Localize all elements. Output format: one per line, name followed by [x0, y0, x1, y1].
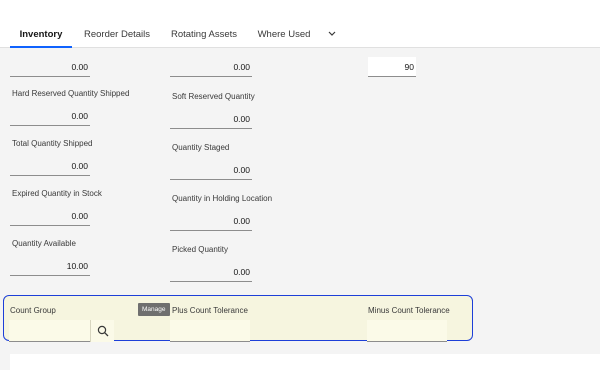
- count-group-input[interactable]: [9, 320, 90, 342]
- next-section-strip: [10, 354, 600, 370]
- quantity-staged-label: Quantity Staged: [172, 143, 230, 152]
- total-shipped-field[interactable]: 0.00: [10, 156, 90, 176]
- soft-reserved-field[interactable]: 0.00: [170, 109, 252, 129]
- col1-top-field[interactable]: 0.00: [10, 57, 90, 77]
- total-shipped-label: Total Quantity Shipped: [12, 139, 93, 148]
- chevron-down-icon: [328, 31, 336, 36]
- hard-reserved-shipped-label: Hard Reserved Quantity Shipped: [12, 89, 130, 98]
- tab-rotating-assets[interactable]: Rotating Assets: [163, 22, 245, 48]
- col2-top-field[interactable]: 0.00: [170, 57, 252, 77]
- manage-tooltip: Manage: [138, 303, 170, 316]
- hard-reserved-shipped-field[interactable]: 0.00: [10, 106, 90, 126]
- quantity-staged-field[interactable]: 0.00: [170, 160, 252, 180]
- picked-quantity-field[interactable]: 0.00: [170, 262, 252, 282]
- picked-quantity-label: Picked Quantity: [172, 245, 229, 254]
- expired-in-stock-label: Expired Quantity in Stock: [12, 189, 102, 198]
- more-tabs-button[interactable]: [323, 22, 341, 48]
- count-group-label: Count Group: [10, 306, 56, 315]
- tab-bar: Inventory Reorder Details Rotating Asset…: [0, 22, 600, 48]
- holding-location-label: Quantity in Holding Location: [172, 194, 273, 203]
- col3-top-field[interactable]: 90: [368, 57, 416, 77]
- plus-count-tolerance-label: Plus Count Tolerance: [172, 306, 248, 315]
- tab-reorder-details[interactable]: Reorder Details: [76, 22, 158, 48]
- plus-count-tolerance-input[interactable]: [170, 320, 250, 342]
- quantity-available-field[interactable]: 10.00: [10, 256, 90, 276]
- holding-location-field[interactable]: 0.00: [170, 211, 252, 231]
- count-group-lookup-button[interactable]: [90, 320, 114, 342]
- search-icon: [97, 325, 108, 337]
- soft-reserved-label: Soft Reserved Quantity: [172, 92, 255, 101]
- tab-where-used[interactable]: Where Used: [250, 22, 318, 48]
- minus-count-tolerance-input[interactable]: [367, 320, 447, 342]
- quantity-available-label: Quantity Available: [12, 239, 76, 248]
- tab-inventory[interactable]: Inventory: [10, 22, 72, 48]
- expired-in-stock-field[interactable]: 0.00: [10, 206, 90, 226]
- minus-count-tolerance-label: Minus Count Tolerance: [368, 306, 450, 315]
